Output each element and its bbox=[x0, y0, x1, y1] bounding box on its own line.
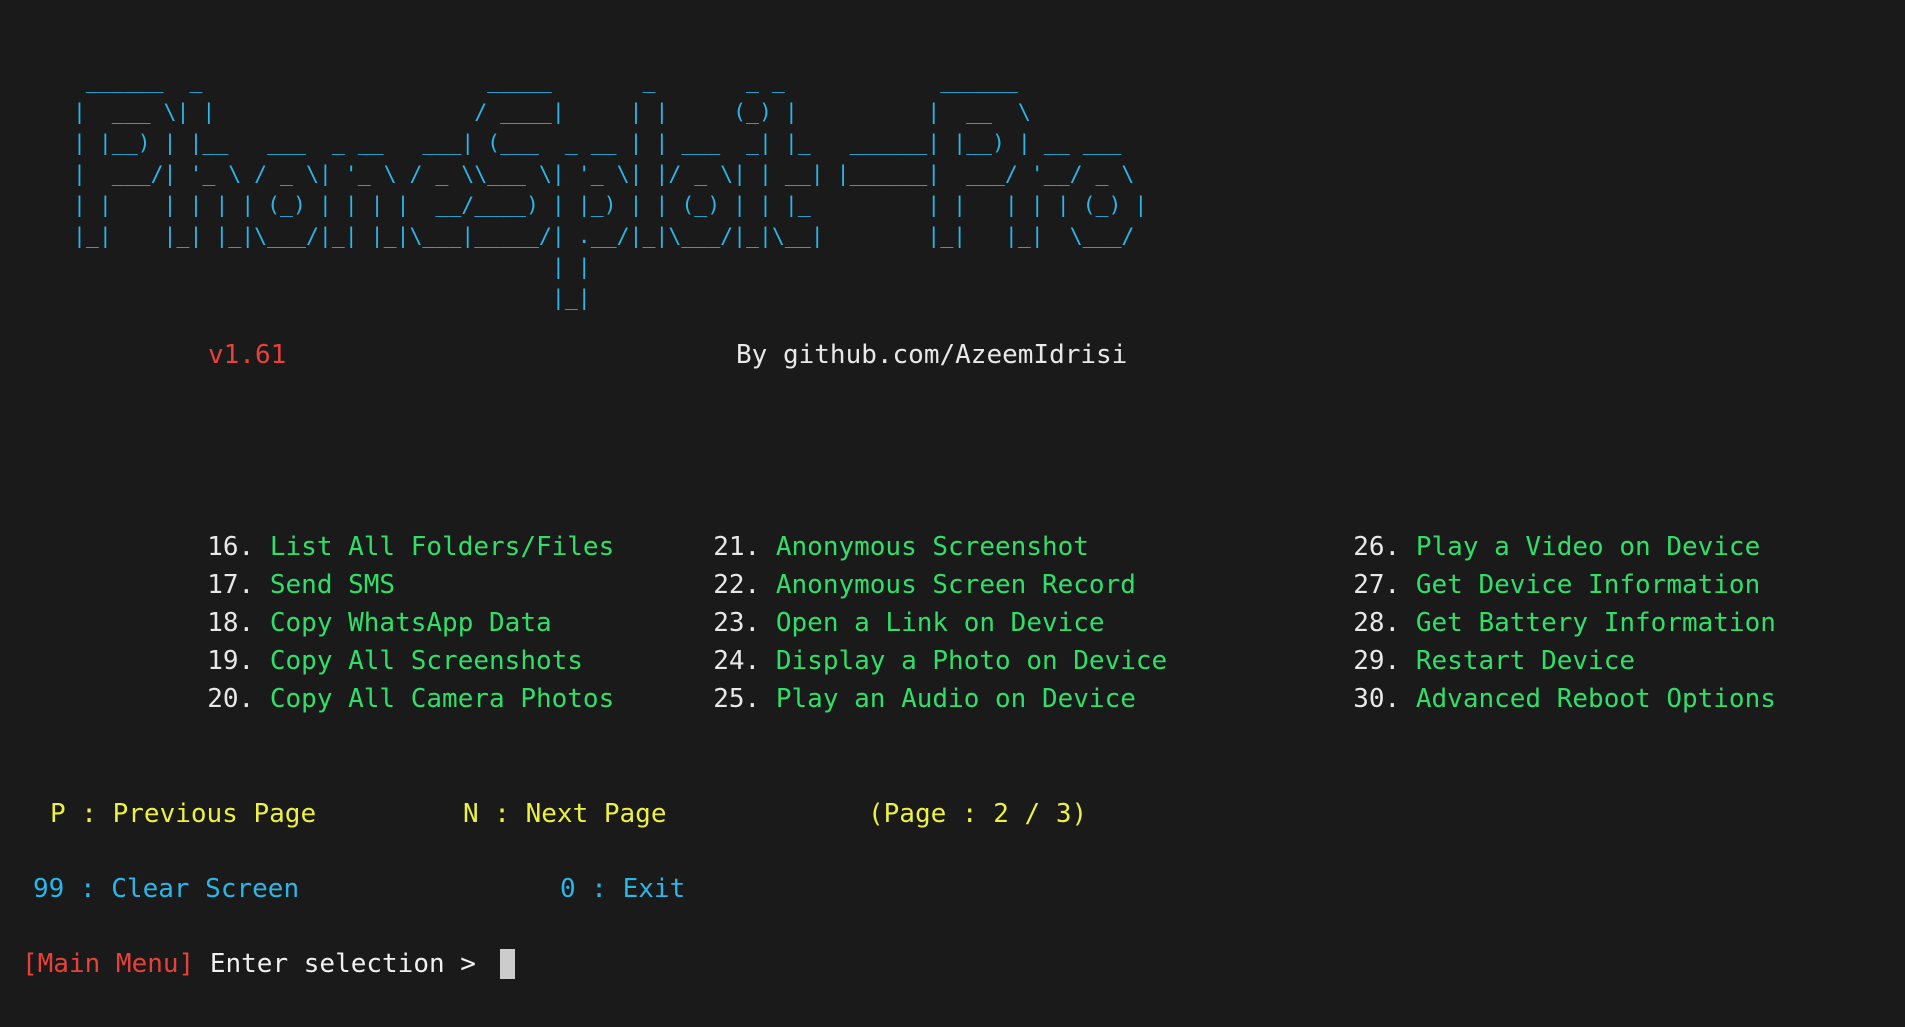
menu-item-label: Copy All Screenshots bbox=[269, 646, 583, 676]
menu-column-2: 21. Anonymous Screenshot 22. Anonymous S… bbox=[588, 490, 1168, 714]
utility-row: 99 : Clear Screen 0 : Exit bbox=[0, 870, 1905, 908]
command-prompt[interactable]: [Main Menu] Enter selection > bbox=[22, 945, 515, 983]
clear-screen-option[interactable]: 99 : Clear Screen bbox=[33, 870, 299, 908]
previous-page-option[interactable]: P : Previous Page bbox=[50, 795, 316, 833]
banner-meta-row: v1.61 By github.com/AzeemIdrisi bbox=[0, 338, 1905, 372]
page-navigation-row: P : Previous Page N : Next Page (Page : … bbox=[0, 795, 1905, 833]
menu-item-label: Restart Device bbox=[1415, 646, 1636, 676]
next-page-option[interactable]: N : Next Page bbox=[463, 795, 667, 833]
menu-item-number: 23. bbox=[713, 608, 761, 638]
menu-item-number: 29. bbox=[1353, 646, 1401, 676]
menu-item-21[interactable]: 21. Anonymous Screenshot bbox=[588, 490, 1167, 562]
menu-item-number: 21. bbox=[713, 532, 761, 562]
menu-item-number: 16. bbox=[207, 532, 255, 562]
menu-item-label: Anonymous Screen Record bbox=[775, 570, 1136, 600]
author-credit: By github.com/AzeemIdrisi bbox=[736, 340, 1128, 370]
version-label: v1.61 bbox=[208, 340, 287, 370]
menu-item-label: Advanced Reboot Options bbox=[1415, 684, 1776, 714]
menu-item-label: Copy WhatsApp Data bbox=[269, 608, 552, 638]
menu-item-number: 17. bbox=[207, 570, 255, 600]
menu-item-label: Anonymous Screenshot bbox=[775, 532, 1089, 562]
menu-item-26[interactable]: 26. Play a Video on Device bbox=[1228, 490, 1776, 562]
menu-item-label: Play a Video on Device bbox=[1415, 532, 1761, 562]
phonesploit-pro-ascii-banner: ______ _ _____ _ _ _ ______ | ___ \| | /… bbox=[72, 68, 1148, 311]
menu-item-number: 28. bbox=[1353, 608, 1401, 638]
menu-item-number: 30. bbox=[1353, 684, 1401, 714]
text-cursor bbox=[499, 949, 515, 979]
menu-item-number: 19. bbox=[207, 646, 255, 676]
menu-item-16[interactable]: 16. List All Folders/Files bbox=[82, 490, 614, 562]
menu-item-number: 25. bbox=[713, 684, 761, 714]
prompt-context-label: [Main Menu] bbox=[22, 949, 195, 979]
menu-item-label: Copy All Camera Photos bbox=[269, 684, 615, 714]
menu-item-label: Get Battery Information bbox=[1415, 608, 1776, 638]
menu-column-1: 16. List All Folders/Files 17. Send SMS … bbox=[82, 490, 614, 714]
menu-item-number: 27. bbox=[1353, 570, 1401, 600]
menu-item-label: Send SMS bbox=[269, 570, 396, 600]
menu-item-label: Display a Photo on Device bbox=[775, 646, 1168, 676]
menu-item-number: 24. bbox=[713, 646, 761, 676]
menu-item-label: Open a Link on Device bbox=[775, 608, 1105, 638]
page-indicator: (Page : 2 / 3) bbox=[868, 799, 1088, 829]
menu-item-number: 18. bbox=[207, 608, 255, 638]
menu-item-label: Play an Audio on Device bbox=[775, 684, 1136, 714]
terminal-window: ______ _ _____ _ _ _ ______ | ___ \| | /… bbox=[0, 0, 1905, 1027]
menu-item-number: 22. bbox=[713, 570, 761, 600]
exit-option[interactable]: 0 : Exit bbox=[560, 870, 685, 908]
menu-item-label: List All Folders/Files bbox=[269, 532, 615, 562]
menu-item-label: Get Device Information bbox=[1415, 570, 1761, 600]
menu-column-3: 26. Play a Video on Device 27. Get Devic… bbox=[1228, 490, 1776, 714]
menu-item-number: 20. bbox=[207, 684, 255, 714]
prompt-instruction-text: Enter selection > bbox=[194, 949, 492, 979]
menu-item-number: 26. bbox=[1353, 532, 1401, 562]
